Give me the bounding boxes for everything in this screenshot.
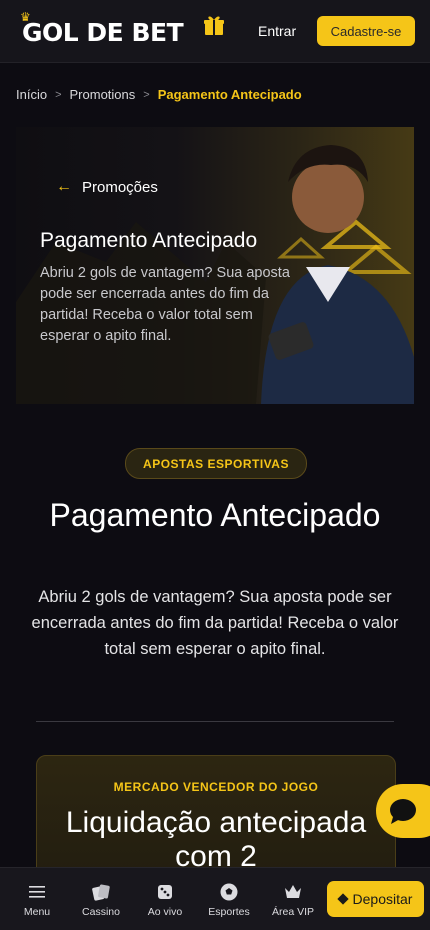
crown-icon: ♛ <box>20 10 31 24</box>
hero-title: Pagamento Antecipado <box>40 229 258 252</box>
gift-icon[interactable] <box>202 13 226 37</box>
nav-casino[interactable]: Cassino <box>73 882 129 918</box>
nav-live[interactable]: Ao vivo <box>137 882 193 918</box>
category-badge: APOSTAS ESPORTIVAS <box>125 448 307 479</box>
deposit-label: Depositar <box>352 891 413 907</box>
logo-text: GOL DE BET <box>22 18 184 47</box>
breadcrumb: Início > Promotions > Pagamento Antecipa… <box>16 87 302 102</box>
section-divider <box>36 721 394 722</box>
dice-icon <box>158 885 172 899</box>
nav-vip[interactable]: Área VIP <box>265 882 321 918</box>
page-description: Abriu 2 gols de vantagem? Sua aposta pod… <box>31 588 399 658</box>
breadcrumb-current: Pagamento Antecipado <box>157 87 302 102</box>
deposit-button[interactable]: Depositar <box>327 881 424 917</box>
chevron-right-icon: > <box>143 88 150 101</box>
card-title: Liquidação antecipada com 2 <box>65 806 367 873</box>
soccer-ball-icon <box>220 883 238 901</box>
nav-live-label: Ao vivo <box>147 906 183 918</box>
chat-bubble-icon <box>390 799 416 824</box>
hamburger-icon <box>29 886 45 898</box>
login-link[interactable]: Entrar <box>258 23 296 39</box>
arrow-left-icon: ← <box>56 178 72 195</box>
nav-vip-label: Área VIP <box>271 906 315 918</box>
hero-description: Abriu 2 gols de vantagem? Sua aposta pod… <box>40 265 290 344</box>
diamond-icon <box>336 893 349 905</box>
breadcrumb-promotions[interactable]: Promotions <box>70 87 136 102</box>
brand-logo[interactable]: ♛ GOL DE BET <box>20 10 184 47</box>
breadcrumb-home[interactable]: Início <box>16 87 47 102</box>
nav-casino-label: Cassino <box>82 906 120 918</box>
chat-button[interactable] <box>376 784 430 838</box>
cards-icon <box>92 884 110 901</box>
nav-menu-label: Menu <box>23 906 51 918</box>
page-title: Pagamento Antecipado <box>49 497 381 533</box>
chevron-right-icon: > <box>55 88 62 101</box>
nav-sports[interactable]: Esportes <box>201 882 257 918</box>
top-bar: ♛ GOL DE BET Entrar Cadastre-se <box>0 0 430 63</box>
nav-sports-label: Esportes <box>208 906 250 918</box>
signup-button[interactable]: Cadastre-se <box>317 16 415 46</box>
nav-menu[interactable]: Menu <box>9 882 65 918</box>
back-label: Promoções <box>82 178 158 196</box>
crown-icon <box>285 885 301 898</box>
card-label: MERCADO VENCEDOR DO JOGO <box>113 780 319 794</box>
back-to-promotions[interactable]: ← Promoções <box>56 178 158 196</box>
promo-hero-banner: ← Promoções Pagamento Antecipado Abriu 2… <box>16 127 414 404</box>
